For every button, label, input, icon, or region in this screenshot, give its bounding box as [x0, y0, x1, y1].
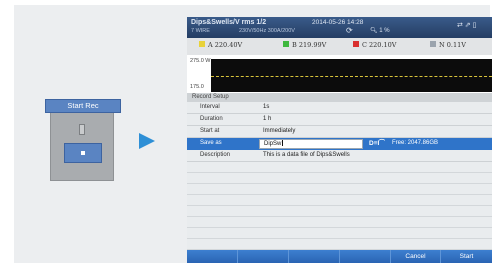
empty-row	[187, 184, 492, 195]
save-as-row[interactable]: Save as DipSw D≡I⁀ Free: 2047.86GB	[187, 138, 492, 150]
cancel-button[interactable]: Cancel	[391, 250, 441, 263]
recorder-device: Start Rec	[45, 99, 121, 181]
empty-row	[187, 162, 492, 173]
legend-phase-b: B 219.99V	[283, 41, 326, 49]
start-at-value: Immediately	[263, 128, 296, 134]
voltage-trace	[211, 76, 492, 77]
y-axis-top-label: 275.0 W	[190, 58, 211, 64]
plot-area	[211, 59, 492, 92]
softkey-2[interactable]	[238, 250, 289, 263]
record-setup-dialog: Record Setup Interval 1s Duration 1 h St…	[187, 93, 492, 263]
legend-swatch	[199, 41, 205, 47]
duration-label: Duration	[200, 116, 223, 122]
softkey-1[interactable]	[187, 250, 238, 263]
start-at-label: Start at	[200, 128, 220, 134]
status-icons: ⇄ ⇗ ▯	[457, 22, 477, 29]
phase-legend: A 220.40V B 219.99V C 220.10V N 0.11V	[187, 38, 492, 55]
legend-phase-c: C 220.10V	[353, 41, 396, 49]
legend-swatch	[283, 41, 289, 47]
storage-icon[interactable]: D≡I⁀	[369, 139, 385, 147]
arrow-right-icon	[139, 133, 155, 149]
screen-title: Dips&Swells/V rms 1/2	[191, 19, 267, 26]
timestamp: 2014-05-26 14:28	[312, 19, 364, 26]
legend-swatch	[430, 41, 436, 47]
duration-row[interactable]: Duration 1 h	[187, 114, 492, 126]
description-row[interactable]: Description This is a data file of Dips&…	[187, 150, 492, 162]
record-button-indicator	[81, 151, 85, 155]
zoom-label: 1 %	[379, 28, 390, 34]
description-label: Description	[200, 152, 231, 158]
refresh-icon[interactable]: ⟳	[346, 26, 353, 35]
description-value: This is a data file of Dips&Swells	[263, 152, 350, 158]
legend-phase-a: A 220.40V	[199, 41, 242, 49]
filename-input[interactable]: DipSw	[259, 139, 363, 149]
dialog-title: Record Setup	[187, 93, 492, 102]
legend-label: B 219.99V	[292, 41, 327, 49]
empty-row	[187, 239, 492, 250]
legend-neutral: N 0.11V	[430, 41, 466, 49]
y-axis-bottom-label: 175.0	[190, 84, 204, 90]
empty-row	[187, 206, 492, 217]
instrument-screen: Dips&Swells/V rms 1/2 7 WIRE 230V/50Hz 3…	[187, 17, 492, 263]
zoom-indicator[interactable]: 🔍︎ 1 %	[370, 27, 390, 34]
start-at-row[interactable]: Start at Immediately	[187, 126, 492, 138]
filename-value: DipSw	[264, 141, 282, 147]
softkey-bar: Cancel Start	[187, 250, 492, 263]
free-space-label: Free: 2047.86GB	[392, 140, 439, 146]
softkey-4[interactable]	[340, 250, 391, 263]
softkey-3[interactable]	[289, 250, 340, 263]
title-bar: Dips&Swells/V rms 1/2 7 WIRE 230V/50Hz 3…	[187, 17, 492, 38]
empty-row	[187, 217, 492, 228]
record-button[interactable]	[64, 143, 102, 163]
device-slot	[79, 124, 85, 135]
legend-label: A 220.40V	[208, 41, 243, 49]
trend-plot: 275.0 W 175.0	[187, 55, 492, 93]
legend-label: N 0.11V	[439, 41, 466, 49]
start-rec-label: Start Rec	[45, 99, 121, 113]
nominal-settings: 230V/50Hz 300A/200V	[239, 28, 295, 34]
text-caret	[282, 140, 284, 146]
interval-row[interactable]: Interval 1s	[187, 102, 492, 114]
empty-row	[187, 195, 492, 206]
wiring-label: 7 WIRE	[191, 28, 210, 34]
save-as-label: Save as	[200, 140, 222, 146]
empty-row	[187, 228, 492, 239]
interval-value: 1s	[263, 104, 270, 110]
duration-value: 1 h	[263, 116, 272, 122]
illustration-background: Start Rec Dips&Swells/V rms 1/2 7 WIRE 2…	[14, 5, 492, 263]
interval-label: Interval	[200, 104, 220, 110]
empty-row	[187, 173, 492, 184]
start-button[interactable]: Start	[441, 250, 492, 263]
legend-swatch	[353, 41, 359, 47]
legend-label: C 220.10V	[362, 41, 397, 49]
